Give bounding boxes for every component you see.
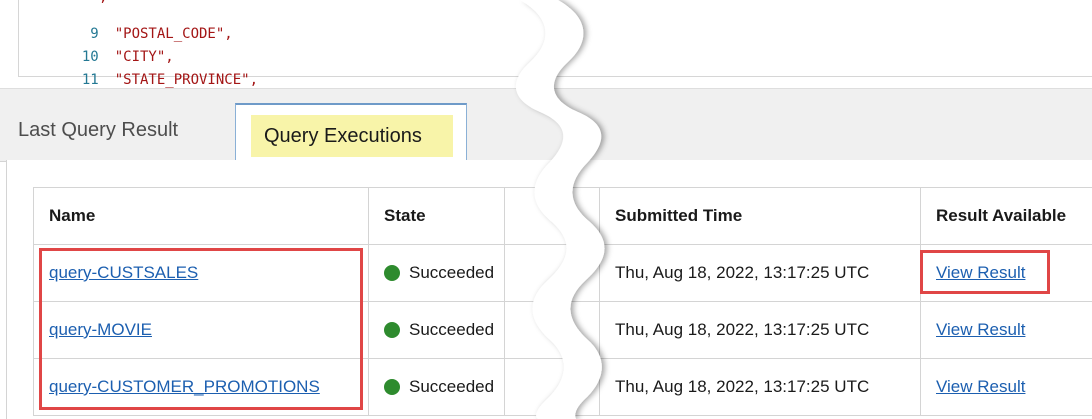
- name-cell: query-MOVIE: [34, 302, 369, 358]
- view-result-link[interactable]: View Result: [936, 320, 1025, 340]
- status-success-dot-icon: [384, 265, 400, 281]
- status-success-dot-icon: [384, 322, 400, 338]
- tab-query-executions-label: Query Executions: [264, 125, 422, 147]
- state-cell: Succeeded: [369, 359, 505, 415]
- table-row: query-CUSTSALES Succeeded Thu, Aug 18, 2…: [34, 245, 1092, 302]
- column-header-name[interactable]: Name: [34, 188, 369, 244]
- submitted-time-cell: Thu, Aug 18, 2022, 13:17:25 UTC: [600, 245, 921, 301]
- state-cell: Succeeded: [369, 302, 505, 358]
- line-number: 11: [81, 72, 99, 88]
- code-line: 11 "STATE_PROVINCE",: [19, 50, 258, 88]
- hidden-cell: [505, 245, 600, 301]
- result-cell: View Result: [921, 359, 1092, 415]
- query-executions-table: Name State Submitted Time Result Availab…: [33, 187, 1092, 416]
- submitted-time-cell: Thu, Aug 18, 2022, 13:17:25 UTC: [600, 359, 921, 415]
- name-cell: query-CUSTSALES: [34, 245, 369, 301]
- state-text: Succeeded: [409, 377, 495, 396]
- table-row: query-CUSTOMER_PROMOTIONS Succeeded Thu,…: [34, 359, 1092, 416]
- query-name-link[interactable]: query-CUSTSALES: [49, 263, 198, 283]
- table-row: query-MOVIE Succeeded Thu, Aug 18, 2022,…: [34, 302, 1092, 359]
- status-success-dot-icon: [384, 379, 400, 395]
- column-header-submitted-time[interactable]: Submitted Time: [600, 188, 921, 244]
- submitted-time-cell: Thu, Aug 18, 2022, 13:17:25 UTC: [600, 302, 921, 358]
- tab-query-executions[interactable]: Query Executions: [235, 103, 467, 161]
- state-text: Succeeded: [409, 263, 495, 282]
- code-editor[interactable]: , 9"POSTAL_CODE", 10"CITY", 11"STATE_PRO…: [18, 0, 1092, 88]
- tab-strip: Last Query Result Query Executions: [0, 88, 1092, 162]
- column-header-state[interactable]: State: [369, 188, 505, 244]
- code-line: 10 "CITY",: [19, 27, 174, 65]
- table-header-row: Name State Submitted Time Result Availab…: [34, 188, 1092, 245]
- query-executions-panel: Name State Submitted Time Result Availab…: [6, 160, 1092, 419]
- name-cell: query-CUSTOMER_PROMOTIONS: [34, 359, 369, 415]
- query-name-link[interactable]: query-MOVIE: [49, 320, 152, 340]
- view-result-link[interactable]: View Result: [936, 377, 1025, 397]
- state-text: Succeeded: [409, 320, 495, 339]
- tab-last-query-result[interactable]: Last Query Result: [18, 119, 178, 142]
- code-text: "STATE_PROVINCE",: [114, 72, 259, 88]
- query-name-link[interactable]: query-CUSTOMER_PROMOTIONS: [49, 377, 320, 397]
- hidden-cell: [505, 302, 600, 358]
- hidden-cell: [505, 359, 600, 415]
- column-header-result-available[interactable]: Result Available: [921, 188, 1092, 244]
- result-cell: View Result: [921, 245, 1092, 301]
- state-cell: Succeeded: [369, 245, 505, 301]
- result-cell: View Result: [921, 302, 1092, 358]
- code-line: 9 "POSTAL_CODE",: [19, 4, 232, 42]
- view-result-link[interactable]: View Result: [936, 263, 1025, 283]
- column-header-hidden: [505, 188, 600, 244]
